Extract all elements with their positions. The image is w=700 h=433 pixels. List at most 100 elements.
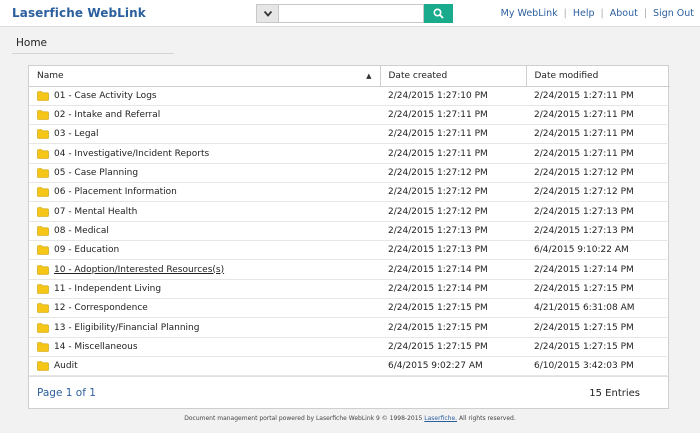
name-cell[interactable]: 13 - Eligibility/Financial Planning — [29, 317, 380, 338]
item-name[interactable]: 04 - Investigative/Incident Reports — [54, 149, 209, 159]
date-modified-cell: 6/4/2015 9:10:22 AM — [526, 240, 670, 261]
search-input[interactable] — [278, 4, 424, 23]
breadcrumb-divider — [12, 53, 174, 54]
item-name[interactable]: 07 - Mental Health — [54, 207, 137, 217]
page-info[interactable]: Page 1 of 1 — [37, 387, 96, 399]
table-row[interactable]: 08 - Medical 2/24/2015 1:27:13 PM 2/24/201… — [29, 221, 670, 242]
nav-help[interactable]: Help — [573, 8, 595, 19]
table-row[interactable]: 13 - Eligibility/Financial Planning 2/24/… — [29, 317, 670, 338]
date-modified-cell: 2/24/2015 1:27:11 PM — [526, 124, 670, 145]
table-row[interactable]: 03 - Legal 2/24/2015 1:27:11 PM 2/24/2015 … — [29, 124, 670, 145]
item-name[interactable]: 03 - Legal — [54, 129, 99, 139]
date-modified-cell: 2/24/2015 1:27:11 PM — [526, 86, 670, 106]
item-name[interactable]: 11 - Independent Living — [54, 284, 161, 294]
date-modified-cell: 2/24/2015 1:27:13 PM — [526, 201, 670, 222]
name-cell[interactable]: 07 - Mental Health — [29, 201, 380, 222]
table-row[interactable]: 05 - Case Planning 2/24/2015 1:27:12 PM 2/… — [29, 163, 670, 184]
date-modified-cell: 2/24/2015 1:27:11 PM — [526, 143, 670, 164]
table-row[interactable]: 07 - Mental Health 2/24/2015 1:27:12 PM 2/… — [29, 201, 670, 222]
item-name[interactable]: 02 - Intake and Referral — [54, 110, 160, 120]
laserfiche-link[interactable]: Laserfiche. — [424, 415, 457, 422]
search-type-dropdown[interactable] — [256, 4, 278, 23]
name-cell[interactable]: 12 - Correspondence — [29, 298, 380, 319]
date-created-cell: 2/24/2015 1:27:12 PM — [380, 201, 526, 222]
date-created-cell: 2/24/2015 1:27:10 PM — [380, 86, 526, 106]
date-created-cell: 2/24/2015 1:27:12 PM — [380, 182, 526, 203]
name-cell[interactable]: 11 - Independent Living — [29, 279, 380, 300]
table-row[interactable]: 06 - Placement Information 2/24/2015 1:27… — [29, 182, 670, 203]
name-cell[interactable]: 01 - Case Activity Logs — [29, 86, 380, 106]
column-header-date-modified[interactable]: Date modified — [526, 66, 670, 87]
breadcrumb[interactable]: Home — [16, 37, 47, 49]
folder-icon — [37, 226, 49, 236]
item-name[interactable]: Audit — [54, 361, 78, 371]
date-modified-cell: 2/24/2015 1:27:12 PM — [526, 182, 670, 203]
folder-icon — [37, 264, 49, 275]
table-row[interactable]: 01 - Case Activity Logs 2/24/2015 1:27:10… — [29, 86, 670, 106]
file-list-panel: Name ▲ Date created Date modified 01 - Ca… — [28, 65, 670, 409]
folder-icon — [37, 168, 49, 178]
name-cell[interactable]: 09 - Education — [29, 240, 380, 261]
date-modified-cell: 6/10/2015 3:42:03 PM — [526, 356, 670, 377]
name-cell[interactable]: 04 - Investigative/Incident Reports — [29, 143, 380, 164]
item-name[interactable]: 06 - Placement Information — [54, 187, 177, 197]
table-row[interactable]: Audit 6/4/2015 9:02:27 AM 6/10/2015 3:42:0… — [29, 356, 670, 377]
nav-separator: | — [600, 8, 604, 19]
table-row[interactable]: 14 - Miscellaneous 2/24/2015 1:27:15 PM 2/… — [29, 337, 670, 358]
date-created-cell: 2/24/2015 1:27:11 PM — [380, 124, 526, 145]
file-table: Name ▲ Date created Date modified 01 - Ca… — [29, 66, 670, 377]
name-cell[interactable]: 05 - Case Planning — [29, 163, 380, 184]
nav-separator: | — [643, 8, 648, 19]
item-name[interactable]: 05 - Case Planning — [54, 168, 138, 178]
item-name[interactable]: 01 - Case Activity Logs — [54, 91, 157, 101]
name-cell[interactable]: 06 - Placement Information — [29, 182, 380, 203]
item-name[interactable]: 09 - Education — [54, 245, 119, 255]
column-header-date-created[interactable]: Date created — [380, 66, 527, 87]
table-row[interactable]: 09 - Education 2/24/2015 1:27:13 PM 6/4/20… — [29, 240, 670, 261]
date-created-cell: 2/24/2015 1:27:14 PM — [380, 259, 526, 280]
folder-icon — [37, 206, 49, 217]
item-name[interactable]: 12 - Correspondence — [54, 303, 148, 313]
item-name[interactable]: 10 - Adoption/Interested Resources(s) — [54, 265, 224, 275]
name-cell[interactable]: 10 - Adoption/Interested Resources(s) — [29, 259, 380, 280]
name-cell[interactable]: Audit — [29, 356, 380, 377]
nav-about[interactable]: About — [610, 8, 638, 19]
date-created-cell: 2/24/2015 1:27:11 PM — [380, 105, 526, 126]
date-created-cell: 2/24/2015 1:27:12 PM — [380, 163, 526, 184]
column-header-name[interactable]: Name ▲ — [29, 66, 381, 87]
folder-icon — [37, 245, 49, 256]
item-name[interactable]: 08 - Medical — [54, 226, 109, 236]
date-created-cell: 2/24/2015 1:27:11 PM — [380, 143, 526, 164]
table-row[interactable]: 11 - Independent Living 2/24/2015 1:27:14… — [29, 279, 670, 300]
date-created-cell: 2/24/2015 1:27:15 PM — [380, 298, 526, 319]
date-modified-cell: 4/21/2015 6:31:08 AM — [526, 298, 670, 319]
table-header-row: Name ▲ Date created Date modified — [29, 66, 670, 87]
name-cell[interactable]: 14 - Miscellaneous — [29, 337, 380, 358]
name-cell[interactable]: 02 - Intake and Referral — [29, 105, 380, 126]
search-button[interactable] — [424, 4, 453, 23]
item-name[interactable]: 14 - Miscellaneous — [54, 342, 138, 352]
copyright-text: Document management portal powered by La… — [184, 415, 423, 422]
search-icon — [433, 8, 444, 19]
header-bar: Laserfiche WebLink My WebLink | Help | A… — [0, 0, 700, 27]
table-row[interactable]: 10 - Adoption/Interested Resources(s) 2/2… — [29, 259, 670, 280]
logo[interactable]: Laserfiche WebLink — [12, 6, 146, 20]
date-created-cell: 2/24/2015 1:27:15 PM — [380, 317, 526, 338]
table-row[interactable]: 02 - Intake and Referral 2/24/2015 1:27:1… — [29, 105, 670, 126]
date-created-cell: 2/24/2015 1:27:15 PM — [380, 337, 526, 358]
name-cell[interactable]: 03 - Legal — [29, 124, 380, 145]
pagination-bar: Page 1 of 1 15 Entries — [29, 376, 668, 408]
folder-icon — [37, 148, 49, 159]
folder-icon — [37, 187, 49, 198]
table-row[interactable]: 04 - Investigative/Incident Reports 2/24/… — [29, 143, 670, 164]
nav-separator: | — [563, 8, 567, 19]
date-created-cell: 2/24/2015 1:27:13 PM — [380, 240, 526, 261]
nav-sign-out[interactable]: Sign Out — [653, 8, 694, 19]
date-created-cell: 2/24/2015 1:27:14 PM — [380, 279, 526, 300]
table-row[interactable]: 12 - Correspondence 2/24/2015 1:27:15 PM 4… — [29, 298, 670, 319]
name-cell[interactable]: 08 - Medical — [29, 221, 380, 242]
folder-icon — [37, 110, 49, 120]
item-name[interactable]: 13 - Eligibility/Financial Planning — [54, 323, 199, 333]
copyright-footer: Document management portal powered by La… — [0, 415, 700, 422]
nav-my-weblink[interactable]: My WebLink — [501, 8, 558, 19]
